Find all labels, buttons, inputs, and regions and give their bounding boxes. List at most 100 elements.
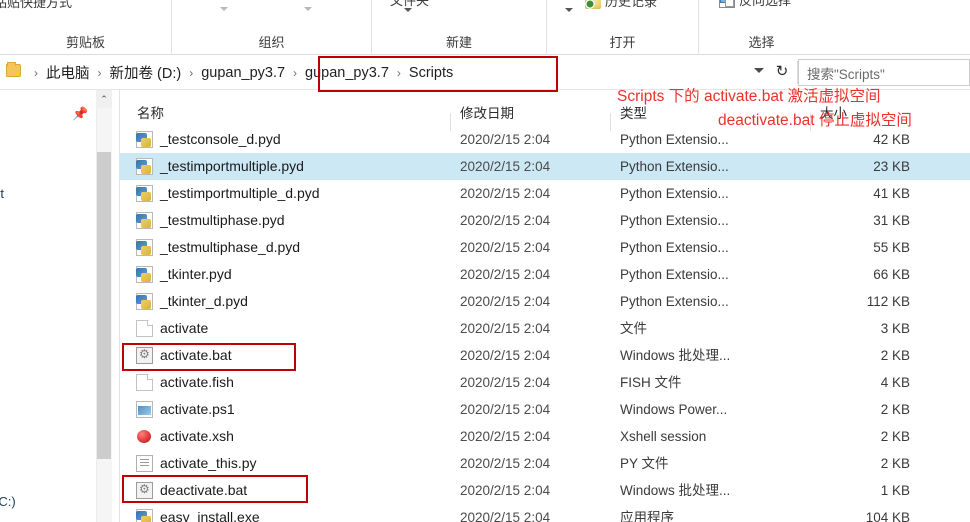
invert-selection-button[interactable]: 反向选择 xyxy=(719,0,791,9)
folder-icon xyxy=(6,62,21,77)
python-extension-icon xyxy=(136,158,153,175)
table-row[interactable]: activate.ps1 2020/2/15 2:04 Windows Power.… xyxy=(120,396,970,423)
file-name: _testconsole_d.pyd xyxy=(160,131,281,147)
sidebar-item-partial-quickaccess[interactable]: rt xyxy=(0,186,4,201)
sidebar-scroll-up-button[interactable]: ⌃ xyxy=(96,90,112,108)
refresh-icon[interactable]: ↻ xyxy=(774,64,790,80)
xshell-session-icon xyxy=(136,428,153,445)
table-row[interactable]: activate.bat 2020/2/15 2:04 Windows 批处理...… xyxy=(120,342,970,369)
table-row[interactable]: _tkinter.pyd 2020/2/15 2:04 Python Extensi… xyxy=(120,261,970,288)
breadcrumb-separator: › xyxy=(34,65,38,80)
table-row[interactable]: activate_this.py 2020/2/15 2:04 PY 文件 2 KB xyxy=(120,450,970,477)
table-row[interactable]: _testmultiphase.pyd 2020/2/15 2:04 Python … xyxy=(120,207,970,234)
breadcrumb-item-gupan-outer[interactable]: gupan_py3.7 xyxy=(199,65,287,81)
breadcrumb-item-scripts[interactable]: Scripts xyxy=(407,65,455,81)
file-type: Python Extensio... xyxy=(620,132,729,147)
file-date: 2020/2/15 2:04 xyxy=(460,429,551,444)
file-size: 4 KB xyxy=(880,375,910,390)
file-name: activate.fish xyxy=(160,374,234,390)
file-name: _testimportmultiple.pyd xyxy=(160,158,304,174)
sidebar-scrollbar-thumb[interactable] xyxy=(97,152,111,459)
file-list: _testconsole_d.pyd 2020/2/15 2:04 Python E… xyxy=(120,126,970,522)
file-name: activate_this.py xyxy=(160,455,257,471)
file-size: 66 KB xyxy=(873,267,910,282)
breadcrumb: › 此电脑 › 新加卷 (D:) › gupan_py3.7 › gupan_p… xyxy=(28,55,455,90)
table-row[interactable]: _testimportmultiple.pyd 2020/2/15 2:04 Pyt… xyxy=(120,153,970,180)
file-type: 文件 xyxy=(620,321,647,336)
file-type: FISH 文件 xyxy=(620,375,682,390)
new-folder-button[interactable]: 文件夹 xyxy=(390,0,429,9)
file-name: easy_install.exe xyxy=(160,509,260,522)
breadcrumb-separator: › xyxy=(293,65,298,80)
table-row[interactable]: _testimportmultiple_d.pyd 2020/2/15 2:04 P… xyxy=(120,180,970,207)
file-type: Python Extensio... xyxy=(620,294,729,309)
history-label: 历史记录 xyxy=(605,0,658,9)
file-date: 2020/2/15 2:04 xyxy=(460,240,551,255)
new-folder-label: 文件夹 xyxy=(390,0,430,8)
pin-icon[interactable]: 📌 xyxy=(72,106,88,121)
file-date: 2020/2/15 2:04 xyxy=(460,510,551,522)
table-row[interactable]: activate.xsh 2020/2/15 2:04 Xshell session… xyxy=(120,423,970,450)
history-icon xyxy=(585,0,601,9)
ribbon-toolbar: 粘贴快捷方式 剪贴板 组织 文件夹 新建 历史记录 打开 反向选择 选择 xyxy=(0,0,970,55)
column-header-date[interactable]: 修改日期 xyxy=(460,102,514,122)
file-name: _testimportmultiple_d.pyd xyxy=(160,185,320,201)
paste-shortcut-label: 粘贴快捷方式 xyxy=(0,0,73,10)
breadcrumb-item-this-pc[interactable]: 此电脑 xyxy=(44,62,92,83)
table-row[interactable]: activate 2020/2/15 2:04 文件 3 KB xyxy=(120,315,970,342)
paste-shortcut-button[interactable]: 粘贴快捷方式 xyxy=(0,0,72,11)
file-type: Windows 批处理... xyxy=(620,483,731,498)
file-name: _tkinter_d.pyd xyxy=(160,293,248,309)
file-name: deactivate.bat xyxy=(160,482,248,498)
file-size: 112 KB xyxy=(866,294,910,309)
ribbon-group-label-new: 新建 xyxy=(445,35,472,50)
file-date: 2020/2/15 2:04 xyxy=(460,348,551,363)
open-with-chevron-down-icon[interactable] xyxy=(565,8,573,12)
table-row[interactable]: activate.fish 2020/2/15 2:04 FISH 文件 4 KB xyxy=(120,369,970,396)
file-name: _testmultiphase.pyd xyxy=(160,212,285,228)
table-row[interactable]: _testmultiphase_d.pyd 2020/2/15 2:04 Pytho… xyxy=(120,234,970,261)
powershell-file-icon xyxy=(136,401,153,418)
breadcrumb-item-drive-d[interactable]: 新加卷 (D:) xyxy=(108,62,184,83)
file-date: 2020/2/15 2:04 xyxy=(460,132,551,147)
file-type: PY 文件 xyxy=(620,456,669,471)
python-extension-icon xyxy=(136,266,153,283)
python-extension-icon xyxy=(136,293,153,310)
table-row[interactable]: _testconsole_d.pyd 2020/2/15 2:04 Python E… xyxy=(120,126,970,153)
breadcrumb-separator: › xyxy=(189,65,194,80)
file-list-pane: 名称 修改日期 类型 大小 _testconsole_d.pyd 2020/2/1… xyxy=(120,90,970,522)
application-icon xyxy=(136,509,153,522)
table-row[interactable]: _tkinter_d.pyd 2020/2/15 2:04 Python Exten… xyxy=(120,288,970,315)
column-header-name[interactable]: 名称 xyxy=(137,102,164,122)
ribbon-group-clipboard: 粘贴快捷方式 剪贴板 xyxy=(0,0,172,55)
file-name: _tkinter.pyd xyxy=(160,266,232,282)
table-row[interactable]: easy_install.exe 2020/2/15 2:04 应用程序 104 KB xyxy=(120,504,970,522)
file-size: 31 KB xyxy=(873,213,910,228)
copy-to-chevron-down-icon[interactable] xyxy=(304,7,312,11)
file-date: 2020/2/15 2:04 xyxy=(460,186,551,201)
file-size: 2 KB xyxy=(880,348,910,363)
generic-file-icon xyxy=(136,374,153,391)
file-size: 2 KB xyxy=(880,456,910,471)
search-input[interactable]: 搜索"Scripts" xyxy=(798,59,970,86)
address-chevron-down-icon[interactable] xyxy=(754,68,764,73)
sidebar-item-partial-drive-c[interactable]: (C:) xyxy=(0,494,16,509)
breadcrumb-separator: › xyxy=(97,65,102,80)
batch-file-icon xyxy=(136,481,153,499)
invert-selection-label: 反向选择 xyxy=(739,0,792,8)
history-button[interactable]: 历史记录 xyxy=(585,0,657,10)
breadcrumb-item-gupan-inner[interactable]: gupan_py3.7 xyxy=(303,65,391,81)
ribbon-group-label-organize: 组织 xyxy=(258,35,285,50)
annotation-line-1: Scripts 下的 activate.bat 激活虚拟空间 xyxy=(617,88,881,105)
generic-file-icon xyxy=(136,320,153,337)
move-to-chevron-down-icon[interactable] xyxy=(220,7,228,11)
file-name: activate.xsh xyxy=(160,428,234,444)
table-row[interactable]: deactivate.bat 2020/2/15 2:04 Windows 批处理.… xyxy=(120,477,970,504)
file-type: Python Extensio... xyxy=(620,186,729,201)
annotation-line-2: deactivate.bat 停止虚拟空间 xyxy=(718,112,912,129)
file-type: Xshell session xyxy=(620,429,707,444)
file-type: Python Extensio... xyxy=(620,213,729,228)
python-source-icon xyxy=(136,455,153,472)
file-type: Windows 批处理... xyxy=(620,348,731,363)
python-extension-icon xyxy=(136,212,153,229)
